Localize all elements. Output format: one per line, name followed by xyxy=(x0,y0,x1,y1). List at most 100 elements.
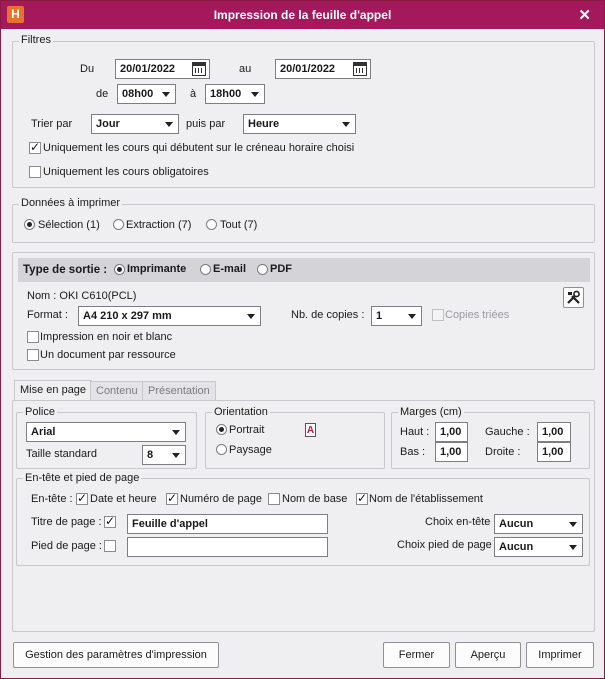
radio-email[interactable] xyxy=(200,264,211,275)
gestion-parametres-button[interactable]: Gestion des paramètres d'impression xyxy=(13,642,219,668)
print-dialog: H Impression de la feuille d'appel ✕ Fil… xyxy=(0,0,605,679)
choix-entete-value: Aucun xyxy=(499,518,534,530)
a-hour-select[interactable]: 18h00 xyxy=(205,84,265,104)
de-hour-select[interactable]: 08h00 xyxy=(117,84,176,104)
radio-paysage[interactable] xyxy=(216,444,227,455)
choix-entete-select[interactable]: Aucun xyxy=(494,514,583,534)
imprimer-button[interactable]: Imprimer xyxy=(526,642,594,668)
check-doc-ressource[interactable] xyxy=(27,349,39,361)
printer-name: Nom : OKI C610(PCL) xyxy=(27,290,137,302)
chevron-down-icon xyxy=(569,545,577,550)
radio-extraction[interactable] xyxy=(113,219,124,230)
check-noir-blanc[interactable] xyxy=(27,331,39,343)
sortie-label: Type de sortie : xyxy=(23,264,108,276)
format-label: Format : xyxy=(27,309,68,321)
page-portrait-icon: A xyxy=(305,423,316,437)
format-select[interactable]: A4 210 x 297 mm xyxy=(78,306,261,326)
check-copies-triees[interactable] xyxy=(432,309,444,321)
droite-field[interactable]: 1,00 xyxy=(537,442,571,462)
a-hour-value: 18h00 xyxy=(210,88,242,100)
au-label: au xyxy=(239,63,252,75)
donnees-legend: Données à imprimer xyxy=(19,197,123,209)
check-nom-base[interactable] xyxy=(268,493,280,505)
check-nom-etab-label: Nom de l'établissement xyxy=(369,493,483,505)
check-creneau[interactable] xyxy=(29,140,41,154)
au-date-value: 20/01/2022 xyxy=(280,63,336,75)
filtres-legend: Filtres xyxy=(19,34,53,46)
taille-select[interactable]: 8 xyxy=(142,445,186,465)
titre-label: Titre de page : xyxy=(31,516,102,528)
bas-label: Bas : xyxy=(400,446,426,458)
radio-pdf[interactable] xyxy=(257,264,268,275)
puis-label: puis par xyxy=(186,118,226,130)
police-value: Arial xyxy=(31,426,56,438)
police-select[interactable]: Arial xyxy=(26,422,186,442)
chevron-down-icon xyxy=(251,92,259,97)
radio-selection[interactable] xyxy=(24,219,35,230)
choix-pied-label: Choix pied de page xyxy=(397,539,492,551)
tab-contenu[interactable]: Contenu xyxy=(90,381,144,401)
chevron-down-icon xyxy=(247,314,255,319)
fermer-button[interactable]: Fermer xyxy=(383,642,450,668)
check-titre[interactable] xyxy=(104,514,116,528)
gauche-field[interactable]: 1,00 xyxy=(537,422,571,442)
a-label: à xyxy=(190,88,197,100)
printer-settings-button[interactable] xyxy=(563,287,584,308)
radio-imprimante[interactable] xyxy=(114,264,125,275)
check-noir-blanc-label: Impression en noir et blanc xyxy=(40,331,173,343)
check-date-heure[interactable] xyxy=(76,491,88,505)
police-legend: Police xyxy=(23,406,57,418)
entete-label: En-tête : xyxy=(31,493,73,505)
gauche-value: 1,00 xyxy=(542,426,564,438)
tab-presentation[interactable]: Présentation xyxy=(142,381,216,401)
close-icon[interactable]: ✕ xyxy=(578,6,591,24)
tools-icon xyxy=(567,290,580,304)
check-nom-base-label: Nom de base xyxy=(282,493,348,505)
check-obligatoires[interactable] xyxy=(29,166,41,178)
radio-portrait[interactable] xyxy=(216,424,227,435)
choix-entete-label: Choix en-tête xyxy=(425,516,491,528)
du-date-value: 20/01/2022 xyxy=(120,63,176,75)
droite-label: Droite : xyxy=(485,446,521,458)
title-bar: H Impression de la feuille d'appel ✕ xyxy=(1,1,604,29)
chevron-down-icon xyxy=(165,122,173,127)
chevron-down-icon xyxy=(342,122,350,127)
check-obligatoires-label: Uniquement les cours obligatoires xyxy=(43,166,209,178)
tab-mise-en-page[interactable]: Mise en page xyxy=(14,380,93,401)
calendar-icon[interactable] xyxy=(353,62,367,76)
haut-value: 1,00 xyxy=(440,426,462,438)
trier-label: Trier par xyxy=(31,118,73,130)
radio-tout-label: Tout (7) xyxy=(220,219,258,231)
calendar-icon[interactable] xyxy=(192,62,206,76)
puis-select[interactable]: Heure xyxy=(243,114,356,134)
titre-input[interactable]: Feuille d'appel xyxy=(127,514,328,534)
check-pied[interactable] xyxy=(104,540,116,552)
chevron-down-icon xyxy=(172,453,180,458)
du-date-field[interactable]: 20/01/2022 xyxy=(115,59,210,79)
check-nom-etab[interactable] xyxy=(356,491,368,505)
radio-tout[interactable] xyxy=(206,219,217,230)
pied-input[interactable] xyxy=(127,537,328,557)
trier-select[interactable]: Jour xyxy=(91,114,179,134)
bas-value: 1,00 xyxy=(440,446,462,458)
gauche-label: Gauche : xyxy=(485,426,530,438)
chevron-down-icon xyxy=(569,522,577,527)
copies-select[interactable]: 1 xyxy=(371,306,422,326)
radio-paysage-label: Paysage xyxy=(229,444,272,456)
choix-pied-value: Aucun xyxy=(499,541,534,553)
chevron-down-icon xyxy=(162,92,170,97)
check-numero-page[interactable] xyxy=(166,491,178,505)
haut-field[interactable]: 1,00 xyxy=(435,422,468,442)
marges-legend: Marges (cm) xyxy=(398,406,464,418)
copies-value: 1 xyxy=(376,310,383,322)
bas-field[interactable]: 1,00 xyxy=(435,442,468,462)
page-portrait-glyph: A xyxy=(306,425,315,436)
au-date-field[interactable]: 20/01/2022 xyxy=(275,59,371,79)
de-label: de xyxy=(96,88,109,100)
radio-imprimante-label: Imprimante xyxy=(127,263,187,275)
orientation-group: Orientation xyxy=(205,406,385,469)
apercu-button[interactable]: Aperçu xyxy=(455,642,521,668)
choix-pied-select[interactable]: Aucun xyxy=(494,537,583,557)
check-numero-page-label: Numéro de page xyxy=(180,493,262,505)
orientation-legend: Orientation xyxy=(212,406,270,418)
